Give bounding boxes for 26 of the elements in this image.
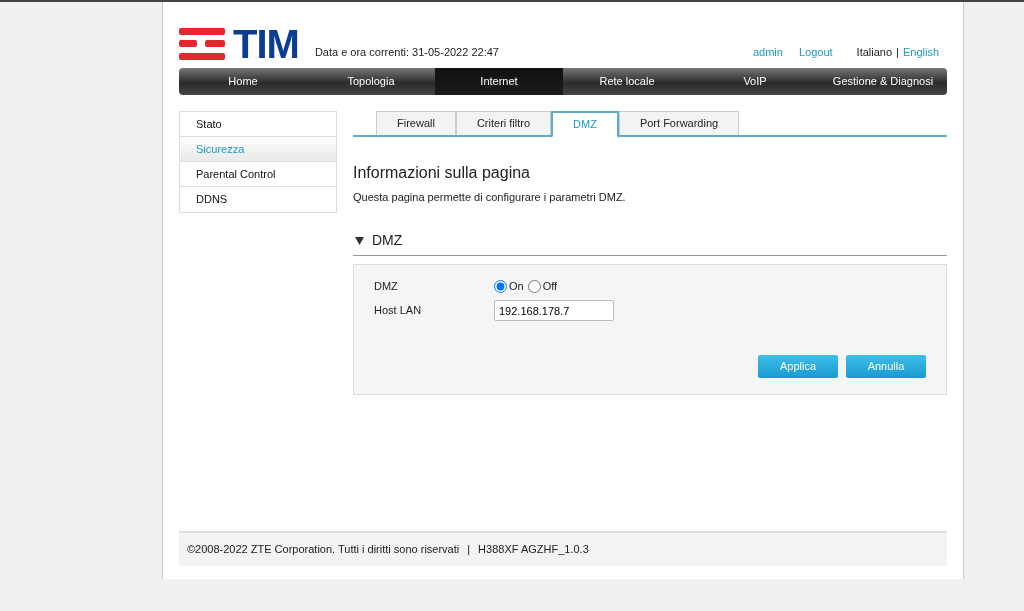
page-title: Informazioni sulla pagina bbox=[353, 163, 531, 183]
tab[interactable]: Port Forwarding bbox=[618, 111, 740, 135]
text-field[interactable]: 192.168.178.7 bbox=[494, 300, 614, 321]
radio-option[interactable]: On bbox=[494, 278, 524, 295]
tab[interactable]: Criteri filtro bbox=[455, 111, 552, 135]
datetime-text: Data e ora correnti: 31-05-2022 22:47 bbox=[314, 44, 499, 60]
language-link[interactable]: Italiano bbox=[856, 43, 893, 60]
footer-separator: | bbox=[467, 542, 471, 558]
version-text: H388XF AGZHF_1.0.3 bbox=[478, 542, 589, 558]
section-title: DMZ bbox=[372, 230, 403, 250]
nav-tab[interactable]: Home bbox=[179, 68, 307, 95]
field-label: Host LAN bbox=[374, 303, 423, 319]
nav-tab[interactable]: Internet bbox=[435, 68, 563, 95]
page-description: Questa pagina permette di configurare i parametri DMZ. bbox=[353, 190, 627, 205]
radio-option[interactable]: Off bbox=[527, 278, 558, 295]
field-label: DMZ bbox=[374, 279, 399, 295]
logo-text: TIM bbox=[233, 28, 299, 60]
nav-tab[interactable]: Rete locale bbox=[563, 68, 691, 95]
nav-tab[interactable]: Topologia bbox=[307, 68, 435, 95]
logo-stripes-icon bbox=[179, 28, 225, 60]
copyright-text: ©2008-2022 ZTE Corporation. Tutti i diritti sono riservati bbox=[187, 542, 460, 558]
language-separator: | bbox=[896, 44, 899, 60]
nav-tab[interactable]: VoIP bbox=[691, 68, 819, 95]
tab[interactable]: Firewall bbox=[376, 111, 456, 135]
collapse-triangle-icon[interactable] bbox=[355, 235, 364, 245]
nav-tab[interactable]: Gestione & Diagnosi bbox=[819, 68, 947, 95]
